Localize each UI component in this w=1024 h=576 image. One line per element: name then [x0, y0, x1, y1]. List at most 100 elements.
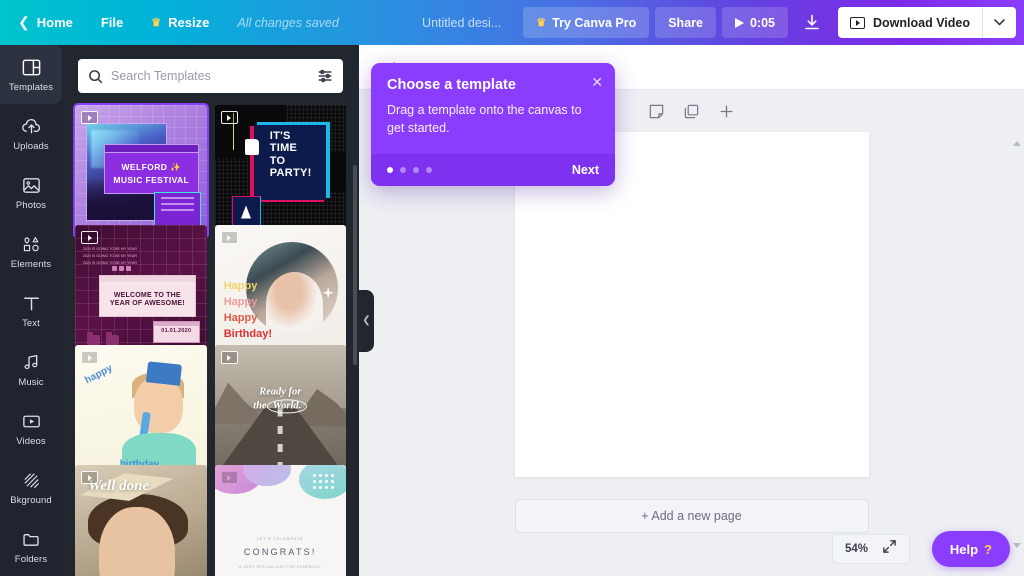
document-title[interactable]: Untitled desi... [406, 16, 517, 30]
template-card-time-to-party[interactable]: IT'S TIME TO PARTY! [215, 105, 347, 237]
sidebar-label-text: Text [22, 318, 40, 329]
share-button[interactable]: Share [655, 7, 716, 38]
step-dot[interactable] [400, 167, 406, 173]
add-new-page-button[interactable]: + Add a new page [515, 499, 869, 533]
scroll-down-arrow[interactable] [1013, 543, 1021, 548]
video-badge-icon [221, 111, 238, 124]
template-card-music-festival[interactable]: WELFORD ✨ MUSIC FESTIVAL [75, 105, 207, 237]
step-dot[interactable] [413, 167, 419, 173]
template-word-happy: happy [83, 362, 114, 386]
video-file-icon [850, 17, 865, 29]
search-area [62, 45, 359, 101]
sidebar-label-background: Bkground [10, 495, 51, 506]
decor-repeat-lines: 2020 IS GOING TO BE MY YEAR 2020 IS GOIN… [83, 246, 137, 266]
video-badge-icon [221, 471, 238, 484]
template-card-happy-birthday-kid[interactable]: happy birthday [75, 345, 207, 477]
video-badge-icon [81, 231, 98, 244]
help-label: Help [950, 542, 978, 557]
text-icon [21, 293, 42, 314]
template-line-1: WELFORD ✨ [122, 162, 182, 173]
decor-small-window [154, 192, 201, 226]
preview-play-button[interactable]: 0:05 [722, 7, 788, 38]
template-date: 01.01.2020 [154, 328, 199, 334]
download-video-main[interactable]: Download Video [838, 7, 982, 38]
sidebar-item-uploads[interactable]: Uploads [0, 104, 62, 163]
template-card-ready-for-the-world[interactable]: Ready for theWorld. [215, 345, 347, 477]
top-bar: ❮ Home File ♛ Resize All changes saved U… [0, 0, 1024, 45]
template-line-2: YEAR OF AWESOME! [110, 300, 185, 307]
play-icon [735, 18, 744, 28]
template-card-congrats[interactable]: LET'S CELEBRATE CONGRATS! A VERY SPECIAL… [215, 465, 347, 576]
sidebar-item-folders[interactable]: Folders [0, 517, 62, 576]
file-menu-button[interactable]: File [87, 0, 137, 45]
notes-icon[interactable] [648, 103, 665, 120]
onboarding-tooltip: Choose a template Drag a template onto t… [371, 63, 615, 186]
resize-label: Resize [168, 15, 209, 30]
sidebar-item-music[interactable]: Music [0, 340, 62, 399]
tooltip-next-button[interactable]: Next [572, 163, 599, 177]
repeat-line: 2020 IS GOING TO BE MY YEAR [83, 253, 137, 260]
sidebar-item-photos[interactable]: Photos [0, 163, 62, 222]
decor-window: WELFORD ✨ MUSIC FESTIVAL [104, 144, 199, 194]
save-status: All changes saved [223, 16, 352, 30]
home-button[interactable]: ❮ Home [0, 0, 87, 45]
zoom-level-label: 54% [845, 543, 868, 555]
try-pro-label: Try Canva Pro [552, 16, 636, 30]
panel-scrollbar[interactable] [353, 165, 357, 365]
decor-date-window: 01.01.2020 [153, 321, 200, 343]
decor-hand [245, 139, 259, 155]
resize-button[interactable]: ♛ Resize [137, 0, 223, 45]
share-label: Share [668, 16, 703, 30]
template-card-year-of-awesome[interactable]: 2020 IS GOING TO BE MY YEAR 2020 IS GOIN… [75, 225, 207, 357]
download-icon-button[interactable] [794, 7, 830, 38]
decor-photo-circle [246, 242, 338, 334]
step-dot-active[interactable] [387, 167, 393, 173]
decor-icon-row [112, 266, 131, 271]
expand-icon[interactable] [882, 539, 897, 559]
template-subtitle-congrats: LET'S CELEBRATE [215, 537, 347, 541]
download-video-label: Download Video [873, 16, 970, 30]
tooltip-text: Drag a template onto the canvas to get s… [387, 102, 587, 138]
help-button[interactable]: Help ? [932, 531, 1010, 567]
sidebar-item-elements[interactable]: Elements [0, 222, 62, 281]
template-title-congrats: CONGRATS! [215, 547, 347, 557]
search-input[interactable] [111, 69, 309, 83]
template-text-year-of-awesome: WELCOME TO THE YEAR OF AWESOME! [100, 282, 195, 316]
template-word-4: Birthday! [224, 328, 272, 340]
upload-cloud-icon [21, 116, 42, 137]
photo-icon [21, 175, 42, 196]
collapse-panel-handle[interactable]: ❮ [359, 290, 374, 352]
home-label: Home [37, 15, 73, 30]
sidebar-item-videos[interactable]: Videos [0, 399, 62, 458]
crown-icon-pro: ♛ [536, 16, 546, 29]
video-badge-icon [81, 471, 98, 484]
template-card-happy-birthday-portrait[interactable]: Happy Happy Happy Birthday! [215, 225, 347, 357]
download-options-caret[interactable] [983, 7, 1016, 38]
template-word-2: Happy [224, 296, 258, 308]
sidebar-item-templates[interactable]: Templates [0, 45, 62, 104]
download-video-button[interactable]: Download Video [838, 7, 1016, 38]
sidebar-item-background[interactable]: Bkground [0, 458, 62, 517]
video-icon [21, 411, 42, 432]
duplicate-page-icon[interactable] [683, 103, 700, 120]
add-page-icon[interactable] [718, 103, 735, 120]
decor-titlebar [154, 322, 199, 326]
search-box[interactable] [78, 59, 343, 93]
template-line-1: Ready for [259, 387, 301, 398]
scroll-up-arrow[interactable] [1013, 141, 1021, 146]
sidebar-label-templates: Templates [9, 82, 53, 93]
sidebar-label-elements: Elements [11, 259, 51, 270]
sidebar-label-music: Music [18, 377, 43, 388]
close-icon[interactable]: ✕ [591, 75, 603, 89]
template-card-well-done[interactable]: Well done [75, 465, 207, 576]
templates-icon [21, 57, 42, 78]
step-dot[interactable] [426, 167, 432, 173]
sliders-icon[interactable] [317, 68, 333, 84]
music-note-icon [21, 352, 42, 373]
try-canva-pro-button[interactable]: ♛ Try Canva Pro [523, 7, 649, 38]
template-text-time-to-party: IT'S TIME TO PARTY! [270, 130, 336, 179]
decor-small-square [232, 196, 261, 228]
sidebar-item-text[interactable]: Text [0, 281, 62, 340]
chevron-down-icon [994, 19, 1005, 26]
template-text-music-festival: WELFORD ✨ MUSIC FESTIVAL [109, 153, 194, 194]
